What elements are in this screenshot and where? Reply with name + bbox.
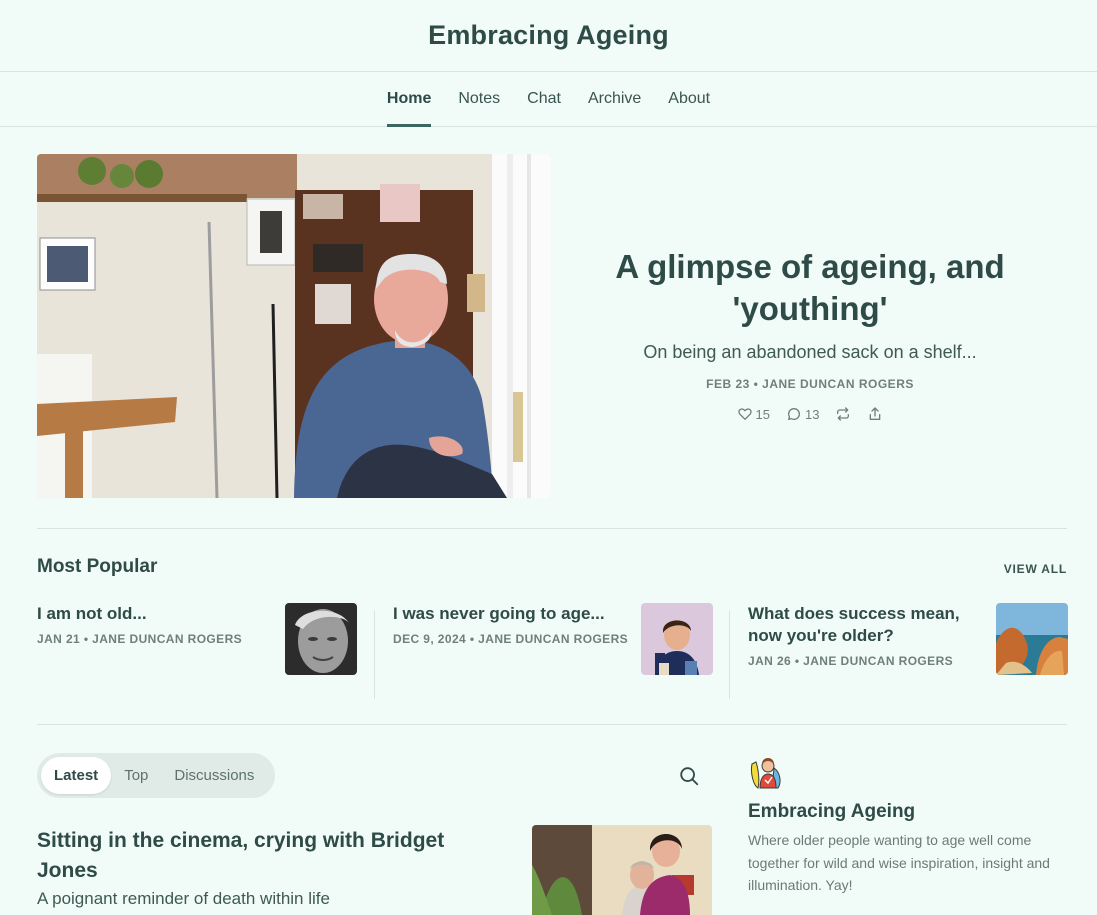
heart-icon [737,408,752,420]
tab-discussions[interactable]: Discussions [161,757,267,794]
most-popular-header: Most Popular VIEW ALL [37,556,1067,580]
featured-post-image[interactable] [37,154,551,498]
popular-post[interactable]: What does success mean, now you're older… [748,603,1068,699]
featured-post[interactable]: A glimpse of ageing, and 'youthing' On b… [37,154,1067,498]
featured-post-actions: 15 13 [601,406,1019,422]
comment-count: 13 [805,406,820,422]
popular-post-title[interactable]: I was never going to age... [393,603,621,625]
publication-logo[interactable] [748,754,784,790]
section-divider [37,724,1067,725]
post-title[interactable]: Sitting in the cinema, crying with Bridg… [37,826,497,886]
publication-description: Where older people wanting to age well c… [748,832,1050,893]
comment-button[interactable]: 13 [786,406,819,422]
publication-logo-icon [751,758,781,789]
restack-icon [837,407,850,421]
publication-name[interactable]: Embracing Ageing [748,801,915,823]
site-title[interactable]: Embracing Ageing [428,20,669,51]
like-count: 15 [755,406,770,422]
search-button[interactable] [678,765,700,787]
restack-button[interactable] [835,406,851,422]
featured-post-title[interactable]: A glimpse of ageing, and 'youthing' [601,246,1019,330]
popular-post-thumbnail[interactable] [641,603,713,675]
nav-about[interactable]: About [668,72,710,126]
popular-post-title[interactable]: I am not old... [37,603,265,625]
site-header: Embracing Ageing [0,0,1097,72]
tab-latest[interactable]: Latest [41,757,112,794]
share-button[interactable] [867,406,883,422]
column-divider [729,610,730,699]
section-divider [37,528,1067,529]
nav-archive[interactable]: Archive [588,72,641,126]
featured-post-subtitle: On being an abandoned sack on a shelf... [643,342,977,362]
column-divider [374,610,375,699]
popular-post[interactable]: I am not old... JAN 21 • JANE DUNCAN ROG… [37,603,357,699]
comment-icon [788,408,800,420]
main-nav: Home Notes Chat Archive About [0,72,1097,127]
popular-post-thumbnail[interactable] [996,603,1068,675]
tab-top[interactable]: Top [111,757,161,794]
feed-tabs: Latest Top Discussions [37,753,275,798]
view-all-link[interactable]: VIEW ALL [1004,562,1067,576]
popular-post-title[interactable]: What does success mean, now you're older… [748,603,976,647]
share-icon [870,407,881,420]
featured-post-text: A glimpse of ageing, and 'youthing' On b… [601,246,1019,422]
search-icon [680,767,699,786]
most-popular-heading: Most Popular [37,556,158,577]
most-popular-list: I am not old... JAN 21 • JANE DUNCAN ROG… [37,603,1068,699]
popular-post-thumbnail[interactable] [285,603,357,675]
featured-post-meta: FEB 23 • JANE DUNCAN ROGERS [706,377,914,391]
nav-home[interactable]: Home [386,72,432,127]
popular-post[interactable]: I was never going to age... DEC 9, 2024 … [393,603,713,699]
post-subtitle: A poignant reminder of death within life [37,889,330,908]
nav-chat[interactable]: Chat [527,72,561,126]
nav-notes[interactable]: Notes [458,72,500,126]
post-thumbnail[interactable] [532,825,712,915]
like-button[interactable]: 15 [737,406,770,422]
